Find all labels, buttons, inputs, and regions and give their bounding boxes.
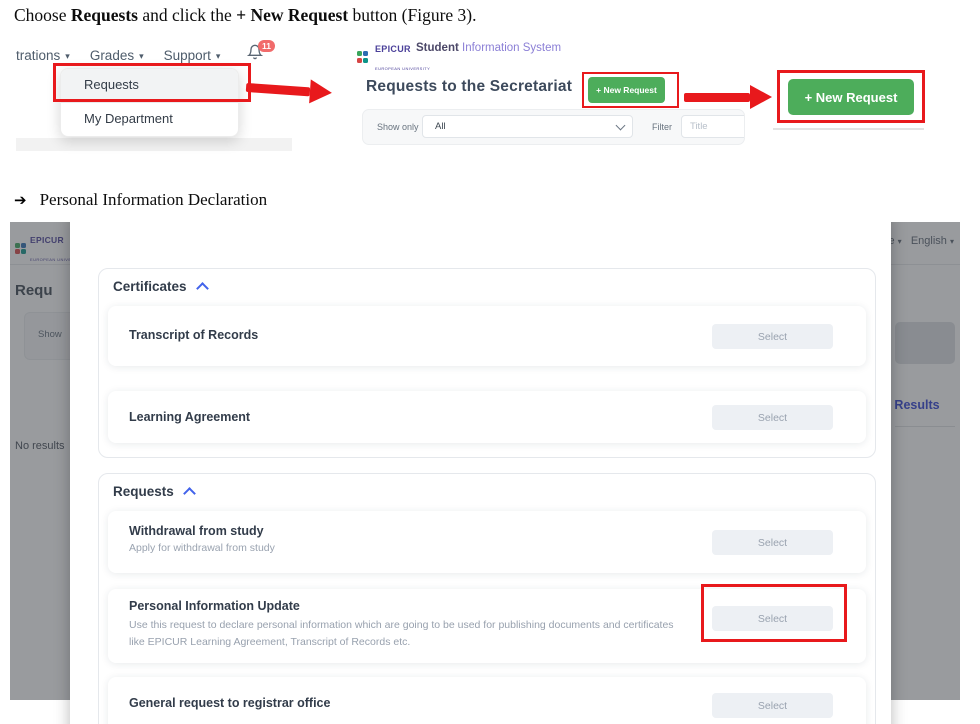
card-title: General request to registrar office — [129, 696, 330, 710]
annotation-redbox-zoomed — [777, 70, 925, 123]
filter-title-input[interactable] — [681, 115, 745, 138]
section-title: Requests — [113, 484, 174, 499]
new-request-modal: Certificates Transcript of Records Selec… — [70, 222, 891, 724]
nav-item-grades[interactable]: Grades ▾ — [90, 48, 144, 63]
chevron-up-icon — [183, 487, 196, 500]
brand-subtitle: EUROPEAN UNIVERSITY — [375, 66, 430, 71]
show-only-value: All — [435, 121, 617, 132]
page-background-band — [16, 138, 292, 151]
filter-bar: Show only All Filter — [362, 109, 745, 145]
chevron-down-icon — [616, 120, 626, 130]
card-title: Personal Information Update — [129, 599, 300, 613]
nav-item-label: trations — [16, 48, 60, 63]
annotation-arrow-2 — [684, 85, 774, 109]
nav-item-registrations[interactable]: trations ▾ — [16, 48, 70, 63]
app-title-rest: Information System — [459, 42, 561, 54]
document-page: Choose Requests and click the + New Requ… — [0, 0, 980, 724]
menu-item-my-department[interactable]: My Department — [61, 103, 238, 136]
instruction-bold-new-request: + New Request — [236, 5, 348, 25]
instruction-text-mid: and click the — [138, 5, 236, 25]
app-title: Student Information System — [416, 42, 561, 54]
card-title: Withdrawal from study — [129, 524, 264, 538]
filter-label: Filter — [652, 122, 672, 132]
nav-item-support[interactable]: Support ▾ — [164, 48, 221, 63]
select-button[interactable]: Select — [712, 693, 833, 718]
card-title: Transcript of Records — [129, 328, 258, 342]
show-only-label: Show only — [377, 122, 419, 132]
section-header[interactable]: Certificates — [113, 279, 207, 294]
bullet-heading: ➔ Personal Information Declaration — [14, 190, 267, 210]
instruction-bold-requests: Requests — [71, 5, 138, 25]
annotation-arrow-1 — [245, 75, 334, 105]
request-type-card: Transcript of Records Select — [108, 306, 866, 366]
page-title: Requests to the Secretariat — [366, 78, 572, 96]
card-description: Use this request to declare personal inf… — [129, 617, 689, 650]
nav-bar: trations ▾ Grades ▾ Support ▾ — [16, 48, 220, 63]
instruction-text-post: button (Figure 3). — [348, 5, 476, 25]
app-title-bold: Student — [416, 42, 459, 54]
annotation-redbox-requests — [53, 63, 251, 102]
modal-screenshot: EPICUR EUROPEAN UNIVERSITY e ▾ English ▾… — [10, 222, 960, 724]
section-certificates: Certificates Transcript of Records Selec… — [98, 268, 876, 458]
show-only-select[interactable]: All — [422, 115, 633, 138]
chevron-down-icon: ▾ — [139, 51, 144, 61]
request-type-card: Learning Agreement Select — [108, 391, 866, 443]
select-button[interactable]: Select — [712, 530, 833, 555]
select-button[interactable]: Select — [712, 324, 833, 349]
nav-item-label: Grades — [90, 48, 134, 63]
notification-badge: 11 — [258, 40, 275, 52]
instruction-line: Choose Requests and click the + New Requ… — [14, 5, 477, 26]
instruction-text: Choose — [14, 5, 71, 25]
select-button[interactable]: Select — [712, 405, 833, 430]
arrow-right-icon: ➔ — [14, 191, 27, 209]
card-description: Apply for withdrawal from study — [129, 542, 275, 554]
section-header[interactable]: Requests — [113, 484, 194, 499]
annotation-redbox-select — [701, 584, 847, 642]
request-type-card: Withdrawal from study Apply for withdraw… — [108, 511, 866, 573]
nav-item-label: Support — [164, 48, 211, 63]
brand-name: EPICUR — [375, 44, 411, 54]
epicur-logo-icon — [357, 51, 370, 64]
chevron-down-icon: ▾ — [65, 51, 70, 61]
bullet-heading-text: Personal Information Declaration — [40, 190, 268, 210]
request-type-card: General request to registrar office Sele… — [108, 677, 866, 724]
card-title: Learning Agreement — [129, 410, 250, 424]
chevron-down-icon: ▾ — [216, 51, 221, 61]
annotation-redbox-new-request — [582, 72, 679, 108]
section-title: Certificates — [113, 279, 187, 294]
divider — [773, 128, 924, 130]
chevron-up-icon — [196, 282, 209, 295]
